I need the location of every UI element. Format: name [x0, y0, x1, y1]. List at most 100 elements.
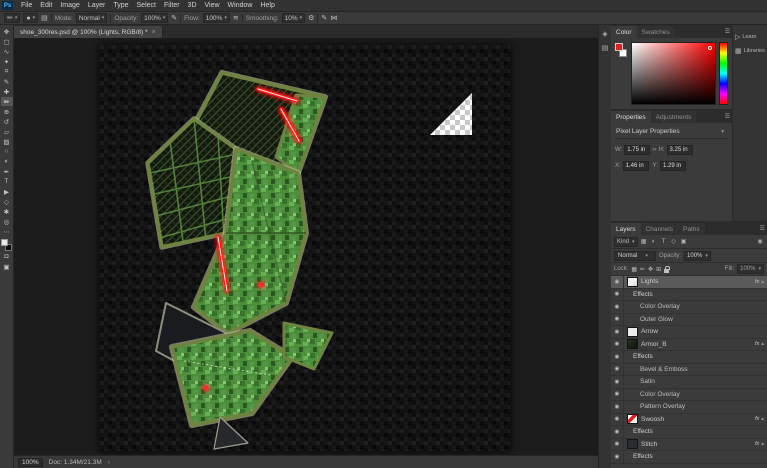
- foreground-color-swatch[interactable]: [1, 239, 8, 246]
- adjustment-layer-filter-icon[interactable]: ◐: [650, 239, 658, 245]
- path-selection-tool[interactable]: ▶: [1, 187, 13, 196]
- type-tool[interactable]: T: [1, 177, 13, 186]
- status-options-arrow-icon[interactable]: ›: [108, 459, 110, 466]
- collapse-effects-icon[interactable]: ▴: [761, 441, 767, 447]
- layer-thumbnail[interactable]: [627, 276, 638, 287]
- layer-thumbnail[interactable]: [627, 439, 638, 450]
- menu-select[interactable]: Select: [133, 2, 160, 9]
- visibility-eye-icon[interactable]: ◉: [611, 351, 624, 363]
- color-fg-bg-swatches[interactable]: [615, 42, 628, 105]
- crop-tool[interactable]: ⌗: [1, 67, 13, 76]
- shape-tool[interactable]: ◇: [1, 197, 13, 206]
- hand-tool[interactable]: ✱: [1, 207, 13, 216]
- chevron-down-icon[interactable]: ▾: [721, 129, 727, 135]
- airbrush-icon[interactable]: ≋: [233, 14, 239, 22]
- menu-help[interactable]: Help: [256, 2, 278, 9]
- y-field[interactable]: 1.29 in: [660, 161, 687, 171]
- screen-mode-button[interactable]: ▣: [1, 262, 13, 271]
- lock-pixels-icon[interactable]: ✏: [640, 266, 645, 273]
- collapse-effects-icon[interactable]: ▴: [761, 341, 767, 347]
- learn-panel-button[interactable]: ▷ Learn: [733, 30, 767, 44]
- menu-3d[interactable]: 3D: [184, 2, 201, 9]
- foreground-background-colors[interactable]: [1, 239, 12, 251]
- effects-header-row[interactable]: ◉ Effects: [611, 288, 767, 301]
- quick-selection-tool[interactable]: ✦: [1, 57, 13, 66]
- link-dimensions-icon[interactable]: ∞: [652, 147, 656, 153]
- collapse-effects-icon[interactable]: ▴: [761, 279, 767, 285]
- gradient-tool[interactable]: ▨: [1, 137, 13, 146]
- lock-artboard-icon[interactable]: ⊞: [656, 266, 661, 273]
- visibility-eye-icon[interactable]: ◉: [611, 401, 624, 413]
- menu-file[interactable]: File: [17, 2, 36, 9]
- visibility-eye-icon[interactable]: ◉: [611, 326, 624, 338]
- pressure-size-icon[interactable]: ✎: [321, 14, 327, 22]
- layer-row-arrow[interactable]: ◉ Arrow: [611, 326, 767, 339]
- visibility-eye-icon[interactable]: ◉: [611, 288, 624, 300]
- type-layer-filter-icon[interactable]: T: [660, 239, 668, 245]
- layer-row-armor-b[interactable]: ◉ Armor_B fx ▴: [611, 338, 767, 351]
- height-field[interactable]: 3.25 in: [666, 145, 693, 155]
- lasso-tool[interactable]: ∿: [1, 47, 13, 56]
- healing-brush-tool[interactable]: ✚: [1, 87, 13, 96]
- menu-edit[interactable]: Edit: [36, 2, 56, 9]
- paint-mode-select[interactable]: Normal ▾: [75, 13, 108, 23]
- menu-image[interactable]: Image: [56, 2, 83, 9]
- saturation-brightness-field[interactable]: [631, 42, 716, 105]
- layer-thumbnail[interactable]: [627, 339, 638, 350]
- pixel-layer-filter-icon[interactable]: ▦: [640, 238, 648, 245]
- menu-window[interactable]: Window: [224, 2, 257, 9]
- tab-paths[interactable]: Paths: [677, 223, 705, 235]
- lock-all-icon[interactable]: [664, 265, 671, 273]
- color-picker-marker[interactable]: [708, 46, 712, 50]
- history-panel-icon[interactable]: ◈: [602, 30, 607, 38]
- document-canvas[interactable]: [100, 45, 510, 451]
- effect-row-color-overlay[interactable]: ◉ Color Overlay: [611, 301, 767, 314]
- pasteboard[interactable]: [14, 38, 598, 455]
- visibility-eye-icon[interactable]: ◉: [611, 276, 624, 288]
- blur-tool[interactable]: ○: [1, 147, 13, 156]
- filter-toggle-icon[interactable]: ◉: [756, 238, 764, 245]
- tab-swatches[interactable]: Swatches: [636, 26, 675, 38]
- tool-preset-picker[interactable]: ✏ ▾: [4, 13, 21, 23]
- panel-menu-icon[interactable]: ☰: [725, 28, 730, 35]
- collapse-effects-icon[interactable]: ▴: [761, 416, 767, 422]
- pressure-opacity-icon[interactable]: ✎: [171, 14, 177, 22]
- effect-row-pattern-overlay[interactable]: ◉ Pattern Overlay: [611, 401, 767, 414]
- visibility-eye-icon[interactable]: ◉: [611, 388, 624, 400]
- opacity-input[interactable]: 100% ▾: [141, 13, 169, 23]
- shape-layer-filter-icon[interactable]: ◇: [670, 238, 678, 245]
- x-field[interactable]: 1.46 in: [622, 161, 649, 171]
- layer-row-lights[interactable]: ◉ Lights fx ▴: [611, 276, 767, 289]
- panel-menu-icon[interactable]: ☰: [760, 225, 765, 232]
- layer-fill-input[interactable]: 100% ▾: [737, 264, 764, 274]
- smoothing-input[interactable]: 10% ▾: [281, 13, 306, 23]
- zoom-tool[interactable]: ◎: [1, 217, 13, 226]
- brush-tool[interactable]: ✏: [0, 97, 13, 106]
- move-tool[interactable]: ✥: [1, 27, 13, 36]
- filter-kind-select[interactable]: Kind ▾: [614, 236, 638, 247]
- eraser-tool[interactable]: ▱: [1, 127, 13, 136]
- foreground-color-swatch[interactable]: [615, 43, 623, 51]
- menu-layer[interactable]: Layer: [84, 2, 110, 9]
- hue-slider[interactable]: [719, 42, 728, 105]
- effect-row-color-overlay[interactable]: ◉ Color Overlay: [611, 388, 767, 401]
- smart-object-filter-icon[interactable]: ▣: [680, 238, 688, 245]
- document-tab[interactable]: shoe_300res.psd @ 100% (Lights, RGB/8) *…: [14, 26, 163, 38]
- close-tab-icon[interactable]: ×: [152, 29, 156, 36]
- flow-input[interactable]: 100% ▾: [202, 13, 230, 23]
- visibility-eye-icon[interactable]: ◉: [611, 301, 624, 313]
- visibility-eye-icon[interactable]: ◉: [611, 413, 624, 425]
- history-brush-tool[interactable]: ↺: [1, 117, 13, 126]
- lock-transparency-icon[interactable]: ▦: [631, 266, 637, 273]
- eyedropper-tool[interactable]: ✎: [1, 77, 13, 86]
- blend-mode-select[interactable]: Normal ▾: [614, 250, 656, 261]
- quick-mask-button[interactable]: ◘: [1, 252, 13, 261]
- panel-menu-icon[interactable]: ☰: [725, 113, 730, 120]
- effects-header-row[interactable]: ◉ Effects: [611, 451, 767, 464]
- width-field[interactable]: 1.75 in: [624, 145, 651, 155]
- tab-adjustments[interactable]: Adjustments: [650, 111, 697, 123]
- visibility-eye-icon[interactable]: ◉: [611, 363, 624, 375]
- menu-type[interactable]: Type: [109, 2, 132, 9]
- layer-row-swoosh[interactable]: ◉ Swoosh fx ▴: [611, 413, 767, 426]
- visibility-eye-icon[interactable]: ◉: [611, 451, 624, 463]
